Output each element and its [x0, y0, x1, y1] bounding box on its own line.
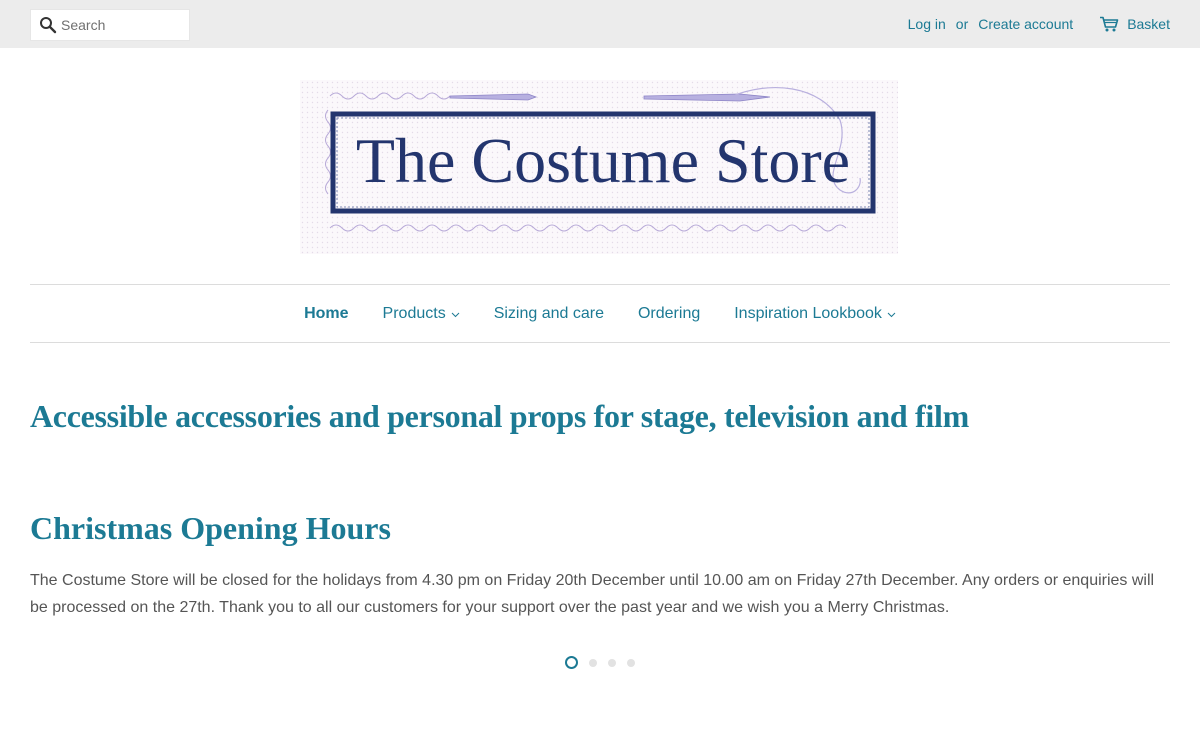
slider-dot-1[interactable] [565, 656, 578, 669]
nav-item-label: Home [304, 305, 349, 322]
top-bar: Log in or Create account Basket [0, 0, 1200, 48]
nav-item-home[interactable]: Home [287, 300, 365, 328]
search-box[interactable] [30, 9, 190, 41]
nav-item-inspiration-lookbook[interactable]: Inspiration Lookbook [717, 300, 913, 328]
logo-text: The Costume Store [356, 125, 850, 196]
slide-body: The Costume Store will be closed for the… [30, 572, 1155, 616]
search-icon[interactable] [39, 16, 57, 34]
nav-item-label: Sizing and care [493, 305, 604, 322]
nav-item-label: Products [382, 305, 446, 322]
nav-item-label: Inspiration Lookbook [734, 305, 882, 322]
login-link[interactable]: Log in [908, 16, 946, 32]
slider-dot-4[interactable] [627, 658, 635, 667]
nav-item-products[interactable]: Products [366, 300, 477, 328]
cart-icon [1100, 16, 1119, 32]
logo-image: The Costume Store [300, 80, 898, 254]
chevron-down-icon [887, 312, 896, 318]
nav-top-divider [30, 284, 1170, 285]
nav-bottom-divider [30, 342, 1170, 343]
basket-link[interactable]: Basket [1099, 16, 1170, 32]
page-tagline: Accessible accessories and personal prop… [30, 398, 969, 434]
main-nav: Home Products Sizing and care Ordering I… [0, 300, 1200, 328]
slider-dot-2[interactable] [589, 658, 597, 667]
nav-item-label: Ordering [637, 305, 701, 322]
nav-item-ordering[interactable]: Ordering [621, 300, 717, 328]
account-links: Log in or Create account Basket [908, 14, 1170, 34]
create-account-link[interactable]: Create account [978, 16, 1073, 32]
search-input[interactable] [61, 10, 187, 40]
nav-item-sizing-and-care[interactable]: Sizing and care [477, 300, 621, 328]
slider-pagination [0, 656, 1200, 669]
slide-title: Christmas Opening Hours [30, 510, 391, 546]
slider-dot-3[interactable] [608, 658, 616, 667]
basket-label: Basket [1127, 16, 1170, 32]
or-separator: or [955, 16, 969, 32]
chevron-down-icon [451, 312, 460, 318]
store-logo[interactable]: The Costume Store [300, 80, 898, 254]
